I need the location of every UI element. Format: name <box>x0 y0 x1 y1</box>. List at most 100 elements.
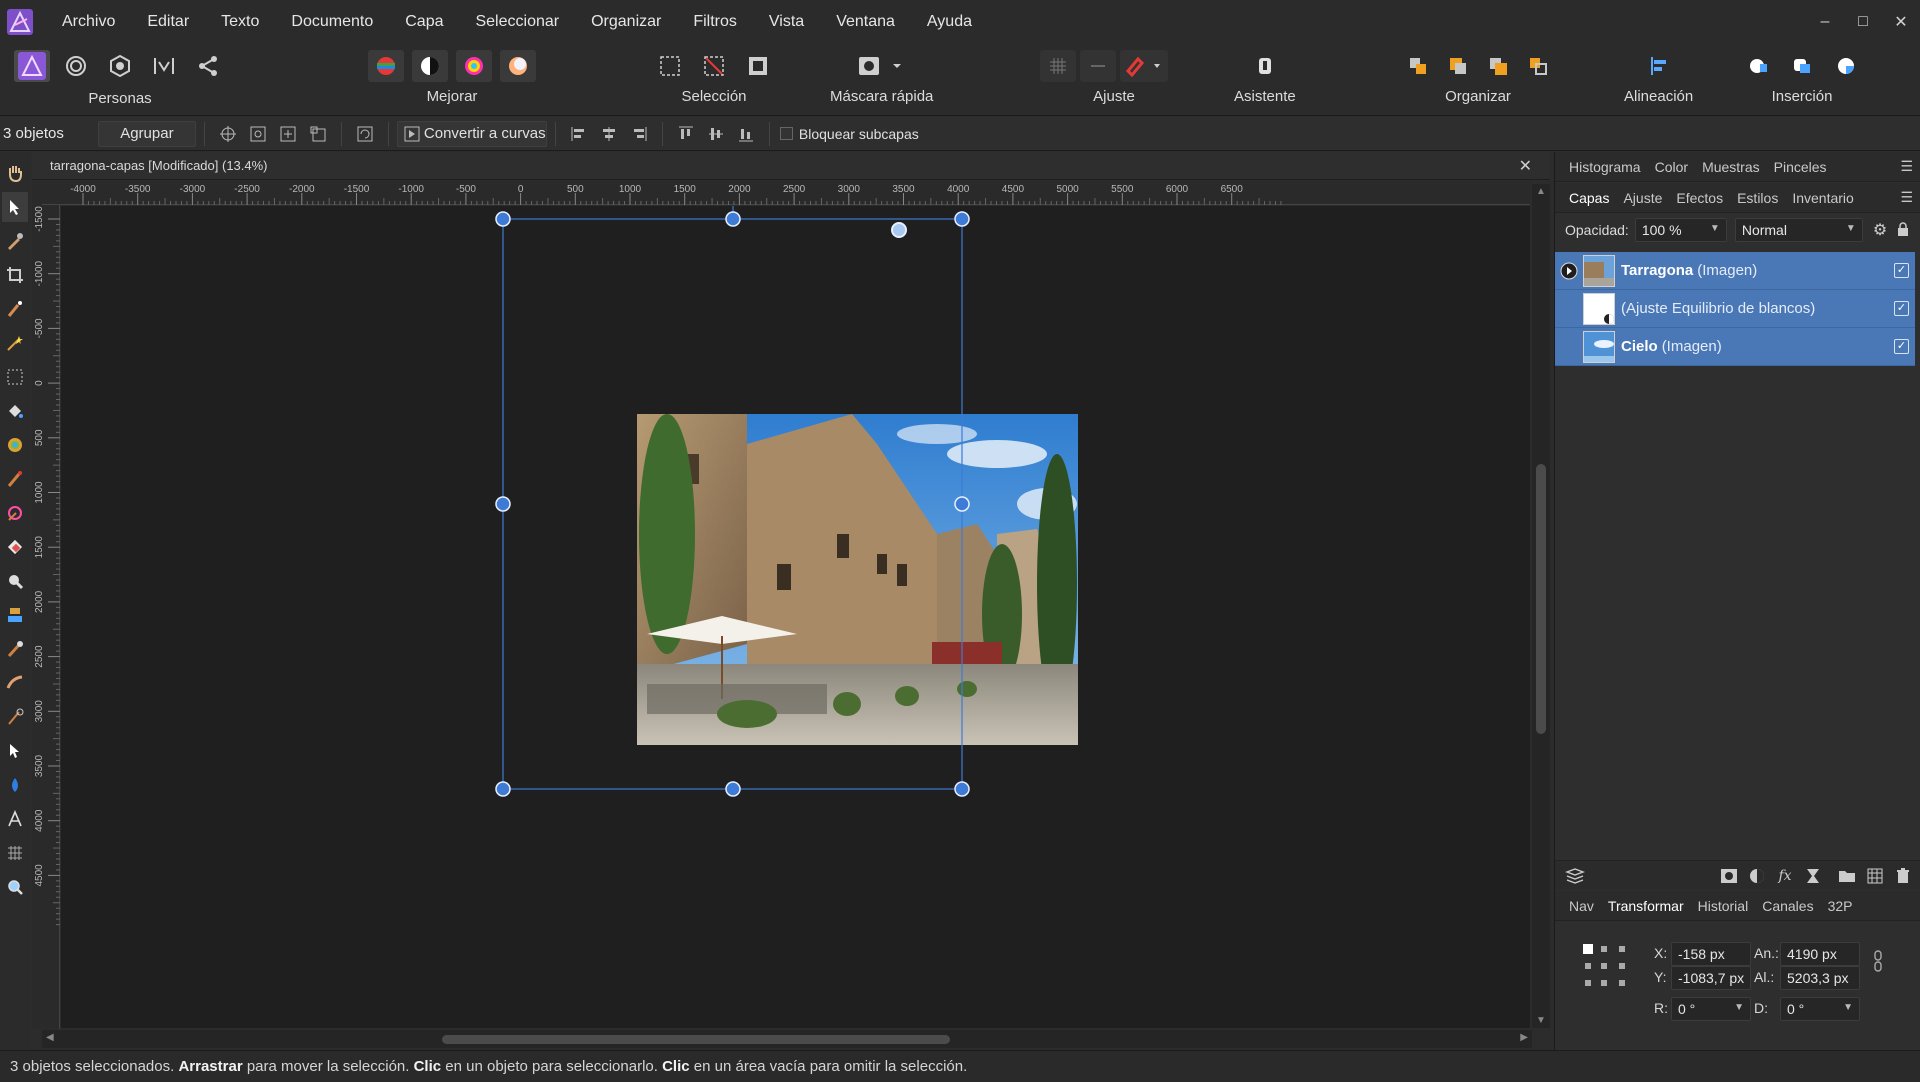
flood-fill-tool-icon[interactable] <box>2 396 28 426</box>
add-mask-icon[interactable] <box>1715 862 1743 890</box>
panel-menu-icon[interactable]: ☰ <box>1900 158 1913 175</box>
blur-tool-icon[interactable] <box>2 770 28 800</box>
align-bottom-ctx-icon[interactable] <box>731 121 761 147</box>
rotation-handle[interactable] <box>891 222 907 238</box>
move-to-back-icon[interactable] <box>1400 50 1436 82</box>
layer-visibility-checkbox[interactable]: ✓ <box>1894 301 1909 316</box>
tab-pinceles[interactable]: Pinceles <box>1774 159 1827 175</box>
snapping-line-icon[interactable] <box>1080 50 1116 82</box>
transform-origin-icon[interactable] <box>213 121 243 147</box>
move-forward-one-icon[interactable] <box>1480 50 1516 82</box>
layer-visibility-checkbox[interactable]: ✓ <box>1894 263 1909 278</box>
live-filter-icon[interactable] <box>1799 862 1827 890</box>
layer-row[interactable]: Cielo (Imagen) ✓ <box>1555 328 1915 366</box>
selection-brush-tool-icon[interactable] <box>2 294 28 324</box>
x-field[interactable]: -158 px <box>1671 942 1751 966</box>
menu-filtros[interactable]: Filtros <box>693 13 737 31</box>
align-top-ctx-icon[interactable] <box>671 121 701 147</box>
color-picker-tool-icon[interactable] <box>2 226 28 256</box>
tab-nav[interactable]: Nav <box>1569 898 1594 914</box>
paint-brush-tool-icon[interactable] <box>2 464 28 494</box>
red-eye-tool-icon[interactable] <box>2 634 28 664</box>
menu-ventana[interactable]: Ventana <box>836 13 895 31</box>
tab-inventario[interactable]: Inventario <box>1792 190 1853 206</box>
crop-tool-icon[interactable] <box>2 260 28 290</box>
tab-capas[interactable]: Capas <box>1569 190 1609 206</box>
export-persona-icon[interactable] <box>190 50 226 82</box>
node-tool-icon[interactable] <box>2 736 28 766</box>
insert-top-icon[interactable] <box>1828 50 1864 82</box>
develop-persona-icon[interactable] <box>102 50 138 82</box>
tab-transformar[interactable]: Transformar <box>1608 898 1684 914</box>
layer-row[interactable]: (Ajuste Equilibrio de blancos) ✓ <box>1555 290 1915 328</box>
shear-field[interactable]: 0 ° ▼ <box>1780 997 1860 1021</box>
convert-to-curves-button[interactable]: Convertir a curvas <box>396 120 547 147</box>
tab-efectos[interactable]: Efectos <box>1676 190 1723 206</box>
expand-layer-icon[interactable] <box>1555 252 1583 290</box>
erase-tool-icon[interactable] <box>2 532 28 562</box>
menu-capa[interactable]: Capa <box>405 13 443 31</box>
tab-histograma[interactable]: Histograma <box>1569 159 1641 175</box>
insert-inside-icon[interactable] <box>1784 50 1820 82</box>
snapping-grid-icon[interactable] <box>1040 50 1076 82</box>
menu-texto[interactable]: Texto <box>221 13 259 31</box>
quick-mask-icon[interactable] <box>852 50 912 82</box>
tab-color[interactable]: Color <box>1655 159 1688 175</box>
snapping-magnet-icon[interactable] <box>1120 50 1168 82</box>
auto-contrast-icon[interactable] <box>412 50 448 82</box>
view-icon[interactable] <box>243 121 273 147</box>
menu-seleccionar[interactable]: Seleccionar <box>475 13 559 31</box>
insert-behind-icon[interactable] <box>1740 50 1776 82</box>
menu-ayuda[interactable]: Ayuda <box>927 13 972 31</box>
scroll-up-icon[interactable]: ▲ <box>1536 186 1546 197</box>
width-field[interactable]: 4190 px <box>1780 942 1860 966</box>
boundary-icon[interactable] <box>303 121 333 147</box>
layer-row[interactable]: Tarragona (Imagen) ✓ <box>1555 252 1915 290</box>
rotation-field[interactable]: 0 ° ▼ <box>1671 997 1751 1021</box>
opacity-field[interactable]: 100 % ▼ <box>1634 218 1727 242</box>
vertical-scroll-thumb[interactable] <box>1536 464 1546 734</box>
tab-ajuste[interactable]: Ajuste <box>1623 190 1662 206</box>
blemish-tool-icon[interactable] <box>2 668 28 698</box>
lock-children-checkbox[interactable] <box>779 127 793 140</box>
document-canvas[interactable] <box>61 206 1530 1028</box>
tab-muestras[interactable]: Muestras <box>1702 159 1760 175</box>
marquee-tool-icon[interactable] <box>2 362 28 392</box>
vertical-scrollbar[interactable]: ▲ ▼ <box>1532 184 1550 1028</box>
anchor-point-selector[interactable] <box>1581 942 1629 990</box>
auto-white-balance-icon[interactable] <box>500 50 536 82</box>
auto-colors-icon[interactable] <box>456 50 492 82</box>
dodge-tool-icon[interactable] <box>2 566 28 596</box>
hand-tool-icon[interactable] <box>2 158 28 188</box>
maximize-icon[interactable]: □ <box>1844 13 1882 31</box>
document-tab[interactable]: tarragona-capas [Modificado] (13.4%) ✕ <box>32 152 1550 180</box>
align-left-icon[interactable] <box>1641 50 1677 82</box>
height-field[interactable]: 5203,3 px <box>1780 966 1860 990</box>
close-window-icon[interactable]: ✕ <box>1882 12 1920 32</box>
pixel-layer-icon[interactable] <box>1861 862 1889 890</box>
scroll-left-icon[interactable]: ◀ <box>46 1032 54 1043</box>
move-back-one-icon[interactable] <box>1440 50 1476 82</box>
fx-icon[interactable]: fx <box>1771 862 1799 890</box>
y-field[interactable]: -1083,7 px <box>1671 966 1751 990</box>
adjustment-icon[interactable] <box>1743 862 1771 890</box>
mesh-warp-tool-icon[interactable] <box>2 838 28 868</box>
menu-documento[interactable]: Documento <box>291 13 373 31</box>
reset-rotation-icon[interactable] <box>350 121 380 147</box>
scroll-right-icon[interactable]: ▶ <box>1520 1032 1528 1043</box>
align-right-ctx-icon[interactable] <box>624 121 654 147</box>
layers-stack-icon[interactable] <box>1561 862 1589 890</box>
minimize-icon[interactable]: – <box>1806 13 1844 31</box>
assistant-icon[interactable] <box>1247 50 1283 82</box>
horizontal-scroll-thumb[interactable] <box>442 1035 950 1044</box>
select-all-icon[interactable] <box>652 50 688 82</box>
scroll-down-icon[interactable]: ▼ <box>1536 1015 1546 1026</box>
link-icon[interactable] <box>1873 950 1883 977</box>
close-document-icon[interactable]: ✕ <box>1519 156 1532 176</box>
zoom-tool-icon[interactable] <box>2 872 28 902</box>
tab-historial[interactable]: Historial <box>1698 898 1749 914</box>
group-button[interactable]: Agrupar <box>97 120 196 147</box>
horizontal-scrollbar[interactable]: ◀ ▶ <box>42 1030 1532 1048</box>
align-center-ctx-icon[interactable] <box>594 121 624 147</box>
align-middle-ctx-icon[interactable] <box>701 121 731 147</box>
